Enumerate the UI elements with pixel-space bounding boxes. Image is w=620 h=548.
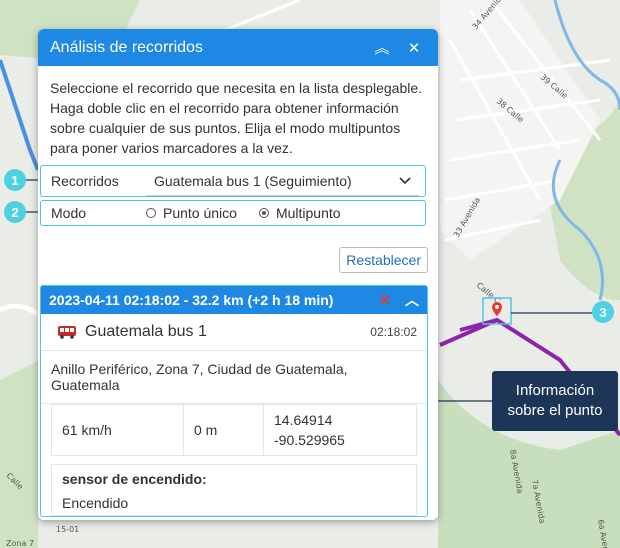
route-select-value: Guatemala bus 1 (Seguimiento) — [154, 172, 352, 189]
mode-multi-label: Multipunto — [275, 205, 341, 221]
speed-value: 61 km/h — [52, 405, 184, 455]
track-header-title: 2023-04-11 02:18:02 - 32.2 km (+2 h 18 m… — [49, 292, 334, 308]
track-analysis-panel: Análisis de recorridos ︽ ✕ Seleccione el… — [38, 29, 438, 520]
latitude-value: 14.64914 — [274, 412, 333, 428]
mode-multi-option[interactable]: Multipunto — [258, 205, 341, 221]
point-values-grid: 61 km/h 0 m 14.64914 -90.529965 — [51, 404, 417, 456]
address: Anillo Periférico, Zona 7, Ciudad de Gua… — [41, 351, 427, 404]
point-info-tooltip: Información sobre el punto — [492, 371, 618, 431]
route-label: Recorridos — [51, 173, 119, 189]
chevron-down-icon — [399, 176, 411, 184]
svg-text:15-01: 15-01 — [56, 525, 79, 534]
chevron-up-icon[interactable]: ︿ — [405, 290, 419, 310]
bus-icon — [58, 326, 76, 339]
mode-single-option[interactable]: Punto único — [146, 205, 237, 221]
route-select[interactable]: Guatemala bus 1 (Seguimiento) — [146, 167, 419, 196]
coordinates: 14.64914 -90.529965 — [264, 405, 416, 455]
track-info-card: 2023-04-11 02:18:02 - 32.2 km (+2 h 18 m… — [40, 285, 428, 517]
tooltip-line-1: Información — [515, 382, 595, 399]
mode-single-label: Punto único — [163, 205, 237, 221]
panel-title: Análisis de recorridos — [50, 38, 203, 56]
callout-2: 2 — [4, 201, 26, 223]
reset-button[interactable]: Restablecer — [339, 247, 428, 273]
longitude-value: -90.529965 — [274, 432, 345, 448]
radio-single[interactable] — [146, 208, 156, 218]
sensor-name: sensor de encendido: — [62, 471, 207, 487]
sensor-block: sensor de encendido: Encendido — [51, 464, 417, 516]
panel-description: Seleccione el recorrido que necesita en … — [50, 80, 423, 156]
radio-multi[interactable] — [258, 208, 269, 218]
unit-name: Guatemala bus 1 — [85, 323, 207, 340]
callout-3: 3 — [592, 301, 614, 323]
close-icon[interactable]: ✕ — [402, 36, 426, 60]
panel-header: Análisis de recorridos ︽ ✕ — [38, 29, 438, 66]
collapse-icon[interactable]: ︽ — [370, 36, 394, 60]
callout-1: 1 — [4, 169, 26, 191]
unit-time: 02:18:02 — [370, 325, 417, 339]
sensor-value: Encendido — [62, 495, 129, 511]
mode-row: Modo Punto único Multipunto — [40, 200, 426, 226]
svg-text:Zona 7: Zona 7 — [6, 539, 34, 548]
altitude-value: 0 m — [184, 405, 264, 455]
track-header[interactable]: 2023-04-11 02:18:02 - 32.2 km (+2 h 18 m… — [41, 286, 427, 314]
mode-label: Modo — [51, 205, 87, 221]
unit-row: Guatemala bus 1 02:18:02 — [41, 314, 427, 351]
delete-track-icon[interactable]: ✕ — [378, 291, 391, 309]
route-row: Recorridos Guatemala bus 1 (Seguimiento) — [40, 165, 426, 197]
tooltip-line-2: sobre el punto — [507, 402, 603, 419]
